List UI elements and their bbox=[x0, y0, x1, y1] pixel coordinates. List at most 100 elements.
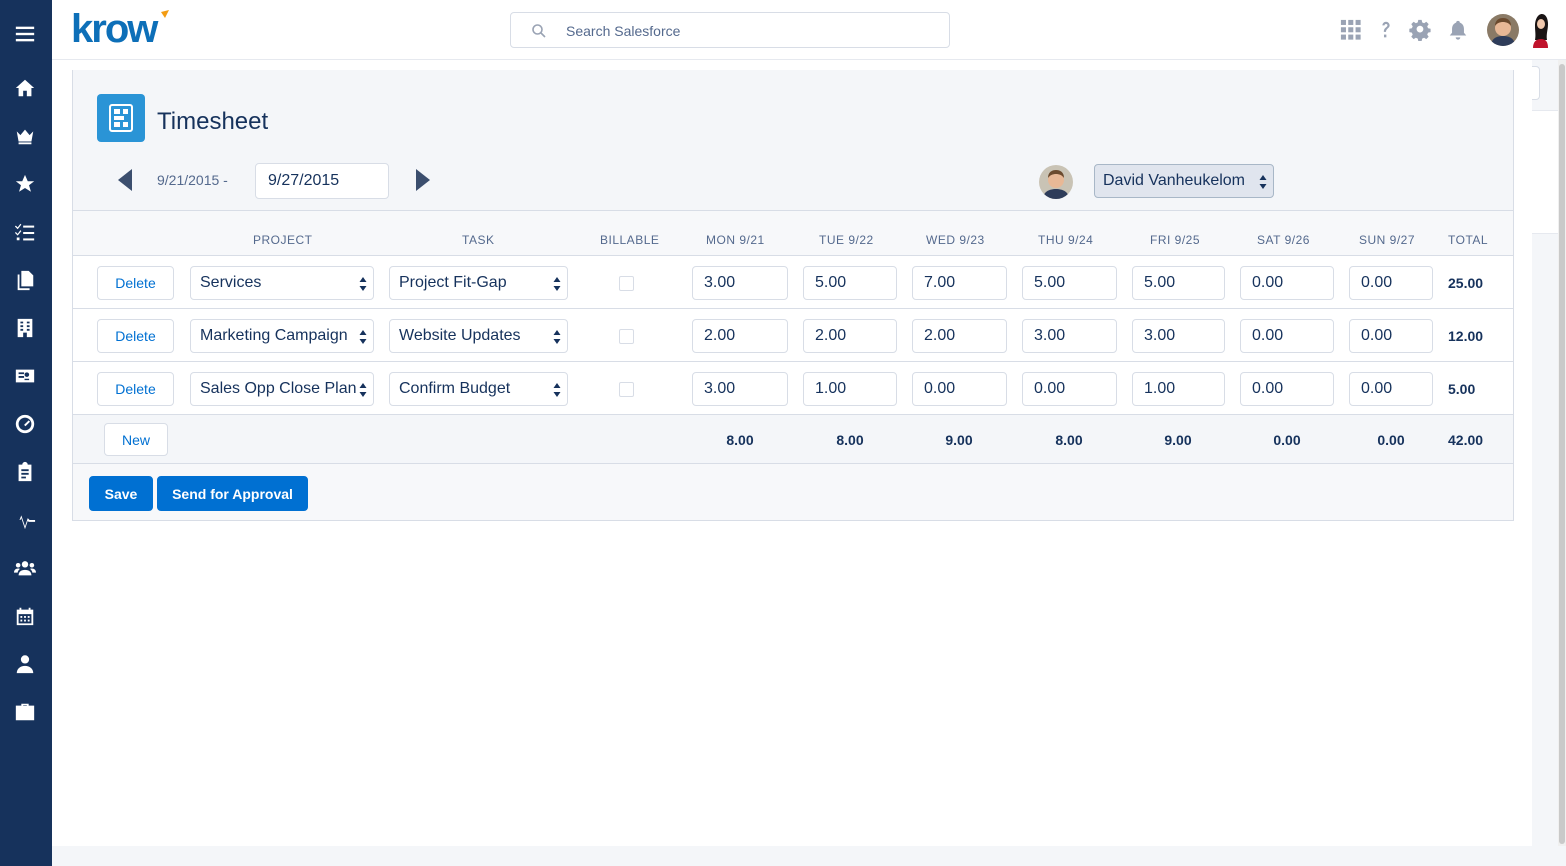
hours-input-wed[interactable] bbox=[912, 266, 1007, 300]
scrollbar-thumb[interactable] bbox=[1559, 64, 1565, 844]
selected-user-avatar bbox=[1039, 165, 1073, 199]
user-avatar[interactable] bbox=[1487, 14, 1519, 46]
hours-input-tue[interactable] bbox=[803, 319, 897, 353]
hours-input-fri[interactable] bbox=[1132, 319, 1225, 353]
task-select-value: Project Fit-Gap bbox=[399, 274, 507, 291]
hours-input-thu[interactable] bbox=[1022, 372, 1117, 406]
next-week-button[interactable] bbox=[413, 168, 433, 192]
documents-icon[interactable] bbox=[13, 268, 37, 292]
timesheet-card: Timesheet 9/21/2015 - David Vanheukelom … bbox=[72, 70, 1514, 521]
delete-row-button[interactable]: Delete bbox=[97, 266, 174, 300]
crown-icon[interactable] bbox=[13, 124, 37, 148]
task-list-icon[interactable] bbox=[13, 220, 37, 244]
briefcase-icon[interactable] bbox=[13, 700, 37, 724]
clipboard-icon[interactable] bbox=[13, 460, 37, 484]
menu-icon[interactable] bbox=[13, 22, 37, 46]
select-arrows-icon bbox=[359, 276, 367, 292]
week-end-date-input[interactable] bbox=[255, 163, 389, 199]
krow-logo[interactable]: krow bbox=[71, 8, 171, 50]
triangle-right-icon bbox=[416, 169, 430, 191]
row-total: 5.00 bbox=[1448, 381, 1476, 397]
home-icon[interactable] bbox=[13, 76, 37, 100]
save-button[interactable]: Save bbox=[89, 476, 153, 511]
task-select-value: Confirm Budget bbox=[399, 380, 511, 397]
column-header-billable: BILLABLE bbox=[600, 233, 660, 247]
column-header-day: MON 9/21 bbox=[706, 233, 765, 247]
hours-input-wed[interactable] bbox=[912, 372, 1007, 406]
hours-input-sat[interactable] bbox=[1240, 266, 1334, 300]
left-nav bbox=[0, 0, 52, 866]
dashboard-icon[interactable] bbox=[13, 412, 37, 436]
hours-input-tue[interactable] bbox=[803, 266, 897, 300]
delete-row-button[interactable]: Delete bbox=[97, 372, 174, 406]
column-header-total: TOTAL bbox=[1448, 233, 1489, 247]
day-total: 9.00 bbox=[945, 432, 973, 448]
page-scrollbar[interactable] bbox=[1558, 60, 1566, 846]
row-total: 12.00 bbox=[1448, 328, 1484, 344]
task-select[interactable]: Project Fit-Gap bbox=[389, 266, 568, 300]
select-arrows-icon bbox=[359, 382, 367, 398]
billable-checkbox[interactable] bbox=[619, 329, 634, 344]
send-for-approval-button[interactable]: Send for Approval bbox=[157, 476, 308, 511]
task-select[interactable]: Confirm Budget bbox=[389, 372, 568, 406]
hours-input-tue[interactable] bbox=[803, 372, 897, 406]
previous-week-button[interactable] bbox=[115, 168, 135, 192]
timesheet-row: Delete Sales Opp Close Plan Confirm Budg… bbox=[73, 361, 1513, 414]
settings-gear-icon[interactable] bbox=[1408, 18, 1432, 42]
hours-input-mon[interactable] bbox=[692, 319, 788, 353]
day-total: 8.00 bbox=[836, 432, 864, 448]
grand-total: 42.00 bbox=[1448, 432, 1484, 448]
new-row-button[interactable]: New bbox=[104, 423, 168, 456]
svg-text:krow: krow bbox=[71, 8, 159, 50]
day-total: 9.00 bbox=[1164, 432, 1192, 448]
user-select[interactable]: David Vanheukelom bbox=[1094, 164, 1274, 198]
hours-input-sun[interactable] bbox=[1349, 372, 1433, 406]
billable-checkbox[interactable] bbox=[619, 382, 634, 397]
salesforce-assistant-icon[interactable] bbox=[1527, 12, 1553, 48]
project-select[interactable]: Marketing Campaign bbox=[190, 319, 374, 353]
team-icon[interactable] bbox=[13, 556, 37, 580]
column-header-day: TUE 9/22 bbox=[819, 233, 874, 247]
global-search[interactable] bbox=[510, 12, 950, 48]
select-arrows-icon bbox=[553, 329, 561, 345]
page-title: Timesheet bbox=[157, 108, 269, 135]
user-select-value: David Vanheukelom bbox=[1103, 172, 1246, 189]
column-header-day: SAT 9/26 bbox=[1257, 233, 1310, 247]
timesheet-row: Delete Marketing Campaign Website Update… bbox=[73, 308, 1513, 361]
day-total: 0.00 bbox=[1377, 432, 1405, 448]
week-start-date: 9/21/2015 - bbox=[157, 172, 228, 188]
hours-input-mon[interactable] bbox=[692, 266, 788, 300]
day-total: 8.00 bbox=[1055, 432, 1083, 448]
app-launcher-icon[interactable] bbox=[1339, 18, 1363, 42]
project-select[interactable]: Services bbox=[190, 266, 374, 300]
billable-checkbox[interactable] bbox=[619, 276, 634, 291]
hours-input-mon[interactable] bbox=[692, 372, 788, 406]
project-select[interactable]: Sales Opp Close Plan bbox=[190, 372, 374, 406]
person-icon[interactable] bbox=[13, 652, 37, 676]
hours-input-sun[interactable] bbox=[1349, 266, 1433, 300]
hours-input-wed[interactable] bbox=[912, 319, 1007, 353]
totals-row: New 8.00 8.00 9.00 8.00 9.00 0.00 0.00 4… bbox=[73, 414, 1513, 464]
hours-input-fri[interactable] bbox=[1132, 266, 1225, 300]
project-select-value: Sales Opp Close Plan bbox=[200, 380, 357, 397]
building-icon[interactable] bbox=[13, 316, 37, 340]
hours-input-sun[interactable] bbox=[1349, 319, 1433, 353]
hours-input-sat[interactable] bbox=[1240, 372, 1334, 406]
star-icon[interactable] bbox=[13, 172, 37, 196]
row-total: 25.00 bbox=[1448, 275, 1484, 291]
notifications-bell-icon[interactable] bbox=[1446, 18, 1470, 42]
hours-input-thu[interactable] bbox=[1022, 319, 1117, 353]
help-icon[interactable] bbox=[1374, 18, 1398, 42]
search-input[interactable] bbox=[566, 21, 926, 41]
pulse-icon[interactable] bbox=[13, 508, 37, 532]
hours-input-thu[interactable] bbox=[1022, 266, 1117, 300]
hours-input-sat[interactable] bbox=[1240, 319, 1334, 353]
select-arrows-icon bbox=[553, 382, 561, 398]
delete-row-button[interactable]: Delete bbox=[97, 319, 174, 353]
task-select[interactable]: Website Updates bbox=[389, 319, 568, 353]
select-arrows-icon bbox=[553, 276, 561, 292]
hours-input-fri[interactable] bbox=[1132, 372, 1225, 406]
project-select-value: Services bbox=[200, 274, 262, 291]
contact-card-icon[interactable] bbox=[13, 364, 37, 388]
calendar-icon[interactable] bbox=[13, 604, 37, 628]
